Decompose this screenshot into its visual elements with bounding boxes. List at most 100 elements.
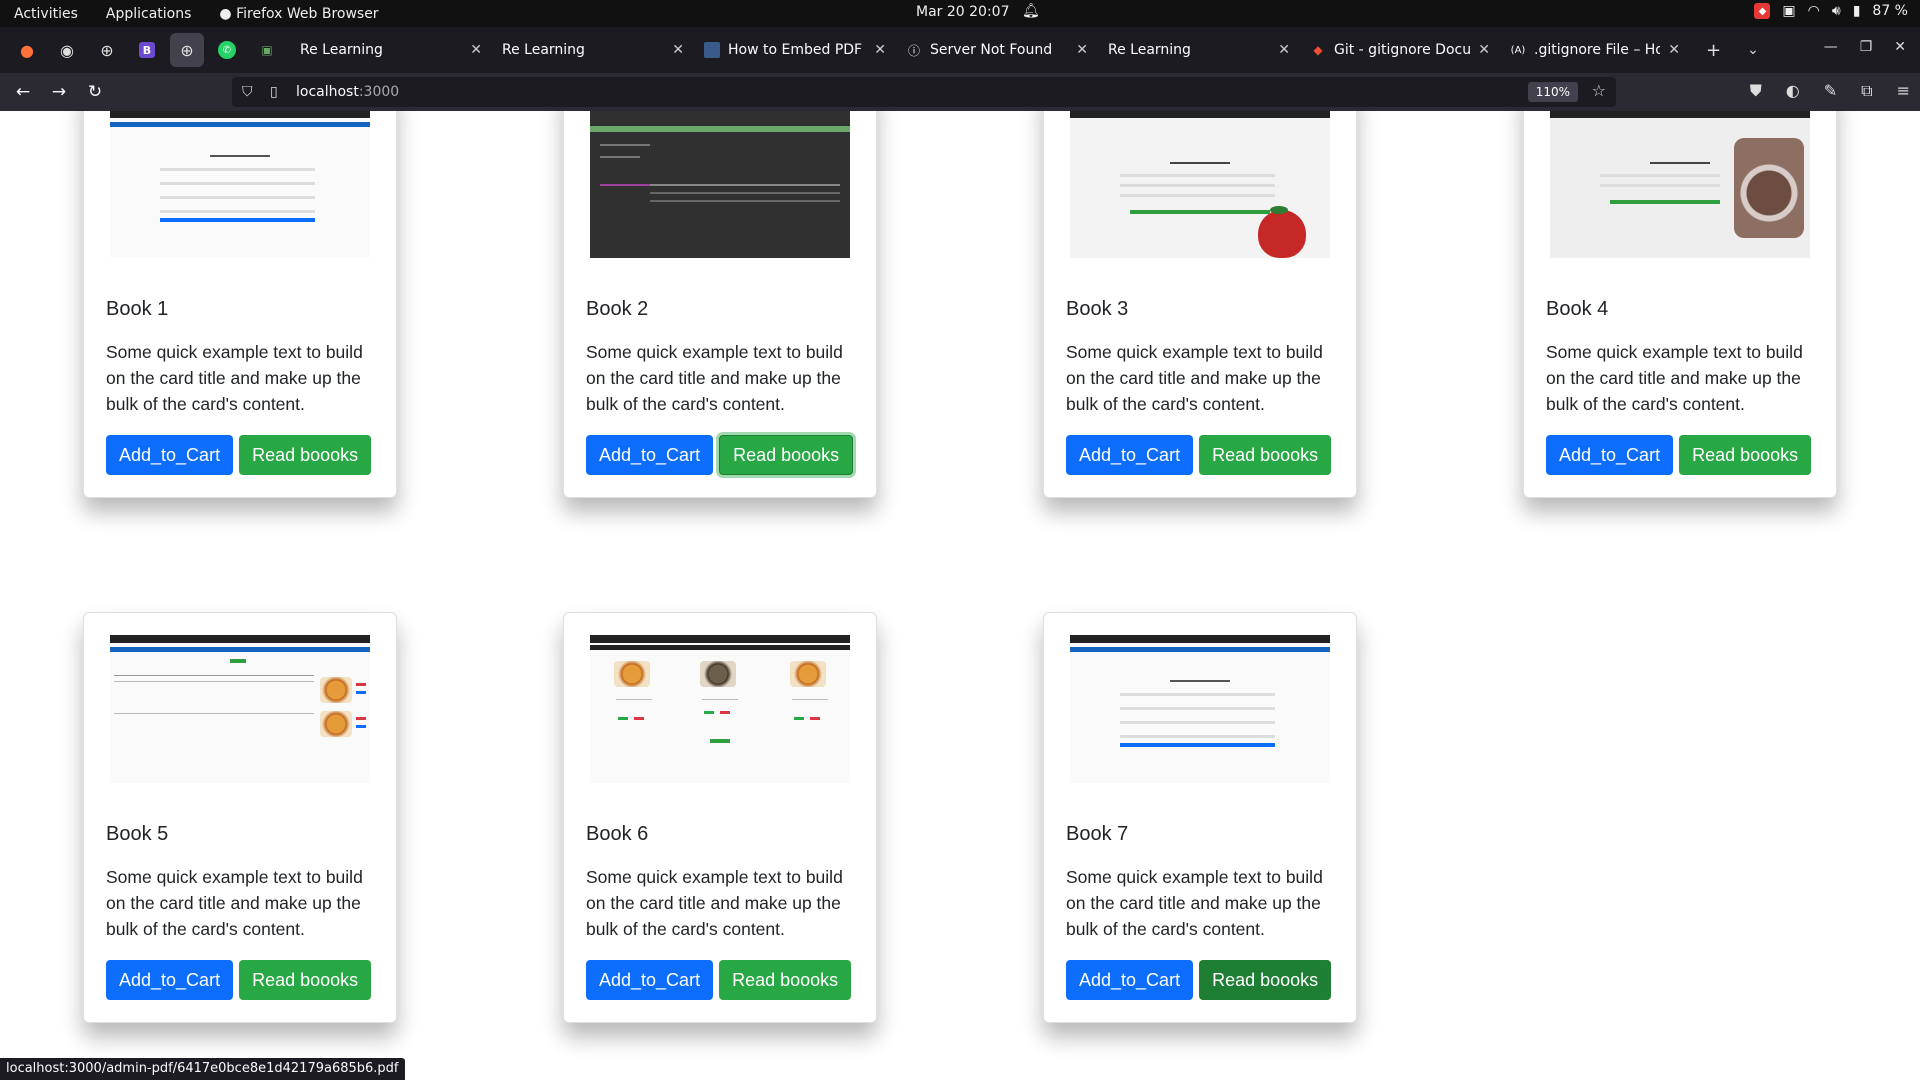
url-bar[interactable]: ⛉ ▯ localhost:3000 110% ☆ (232, 77, 1616, 107)
account-icon[interactable]: ◐ (1786, 81, 1800, 101)
tab-embed-pdf[interactable]: How to Embed PDF in ✕ (694, 33, 896, 67)
card-title: Book 3 (1066, 298, 1129, 320)
close-tab-icon[interactable]: ✕ (1668, 42, 1680, 58)
bootstrap-icon: B (139, 42, 155, 58)
close-tab-icon[interactable]: ✕ (1278, 42, 1290, 58)
card-text: Some quick example text to build on the … (1066, 867, 1323, 939)
card-text: Some quick example text to build on the … (106, 867, 363, 939)
site-icon (704, 42, 720, 58)
system-tray[interactable]: ◆ ▣ ◠ 🔊︎ ▮ 87 % (1754, 3, 1908, 19)
anydesk-icon: ◆ (1754, 3, 1771, 19)
battery-level: 87 % (1872, 3, 1908, 19)
list-all-tabs-button[interactable]: ⌄ (1747, 42, 1759, 58)
notification-bell-icon: 🔔︎ (1022, 3, 1040, 19)
reload-button[interactable]: ↻ (77, 82, 113, 102)
applications-menu[interactable]: Applications (92, 6, 206, 22)
globe-icon: ⊕ (180, 40, 194, 60)
card-text: Some quick example text to build on the … (586, 867, 843, 939)
close-window-icon[interactable]: ✕ (1894, 39, 1906, 55)
pocket-icon[interactable]: ⛊ (1750, 81, 1762, 101)
restore-icon[interactable]: ❐ (1860, 39, 1873, 55)
pinned-tab-github[interactable]: ◉ (50, 33, 84, 67)
read-books-button[interactable]: Read boooks (1199, 960, 1332, 1000)
screen-share-icon: ▣ (1782, 3, 1796, 19)
bookmark-star-icon[interactable]: ☆ (1592, 81, 1606, 100)
url-text[interactable]: localhost:3000 (296, 84, 399, 100)
book-thumbnail-6 (590, 635, 850, 783)
pinned-tab-app[interactable]: ▣ (250, 33, 284, 67)
book-thumbnail-5 (110, 635, 370, 783)
book-card-5: Book 5 Some quick example text to build … (83, 612, 397, 1023)
page-info-icon[interactable]: ▯ (270, 84, 286, 100)
navigation-toolbar: ← → ↻ ⛉ ▯ localhost:3000 110% ☆ ⛊ ◐ ✎ ⧉ … (0, 73, 1920, 111)
add-to-cart-button[interactable]: Add_to_Cart (1066, 960, 1194, 1000)
read-books-button[interactable]: Read boooks (719, 960, 852, 1000)
add-to-cart-button[interactable]: Add_to_Cart (1066, 435, 1194, 475)
volume-icon: 🔊︎ (1831, 3, 1841, 19)
tab-re-learning-1[interactable]: Re Learning ✕ (290, 33, 492, 67)
tab-re-learning-3[interactable]: Re Learning ✕ (1098, 33, 1300, 67)
card-text: Some quick example text to build on the … (1546, 342, 1803, 414)
system-top-bar: Activities Applications ● Firefox Web Br… (0, 0, 1920, 27)
add-to-cart-button[interactable]: Add_to_Cart (106, 960, 234, 1000)
minimize-icon[interactable]: — (1824, 39, 1838, 55)
tab-server-not-found[interactable]: ⓘ Server Not Found ✕ (896, 33, 1098, 67)
book-card-2: Book 2 Some quick example text to build … (563, 111, 877, 498)
new-tab-button[interactable]: + (1706, 40, 1721, 61)
close-tab-icon[interactable]: ✕ (1076, 42, 1088, 58)
system-clock[interactable]: Mar 20 20:07 (916, 4, 1009, 20)
card-title: Book 7 (1066, 823, 1129, 845)
book-thumbnail-2 (590, 111, 850, 258)
hamburger-menu-icon[interactable]: ≡ (1897, 81, 1910, 101)
zoom-level-button[interactable]: 110% (1527, 82, 1578, 102)
pinned-tabs: ● ◉ ⊕ B ⊕ ✆ ▣ (0, 33, 284, 67)
book-thumbnail-1 (110, 111, 370, 258)
pinned-tab-bootstrap[interactable]: B (130, 33, 164, 67)
card-title: Book 2 (586, 298, 649, 320)
read-books-button[interactable]: Read boooks (1679, 435, 1812, 475)
firefox-icon: ● (20, 40, 34, 60)
pinned-tab-globe[interactable]: ⊕ (90, 33, 124, 67)
tab-list: Re Learning ✕ Re Learning ✕ How to Embed… (290, 33, 1690, 67)
read-books-button[interactable]: Read boooks (1199, 435, 1332, 475)
add-to-cart-button[interactable]: Add_to_Cart (586, 435, 714, 475)
add-to-cart-button[interactable]: Add_to_Cart (106, 435, 234, 475)
forward-button[interactable]: → (41, 82, 77, 102)
book-card-6: Book 6 Some quick example text to build … (563, 612, 877, 1023)
back-button[interactable]: ← (5, 82, 41, 102)
extensions-puzzle-icon[interactable]: ⧉ (1861, 81, 1872, 101)
book-card-7: Book 7 Some quick example text to build … (1043, 612, 1357, 1023)
pinned-tab-whatsapp[interactable]: ✆ (210, 33, 244, 67)
globe-icon: ⊕ (100, 40, 114, 60)
wifi-icon: ◠ (1807, 3, 1820, 19)
info-icon: ⓘ (907, 43, 920, 58)
add-to-cart-button[interactable]: Add_to_Cart (586, 960, 714, 1000)
pinned-tab-active-globe[interactable]: ⊕ (170, 33, 204, 67)
firefox-app-menu[interactable]: ● Firefox Web Browser (205, 6, 392, 22)
close-tab-icon[interactable]: ✕ (672, 42, 684, 58)
book-thumbnail-4 (1550, 111, 1810, 258)
extension-icon[interactable]: ✎ (1824, 81, 1837, 101)
tab-re-learning-2[interactable]: Re Learning ✕ (492, 33, 694, 67)
pinned-tab-firefox[interactable]: ● (10, 33, 44, 67)
add-to-cart-button[interactable]: Add_to_Cart (1546, 435, 1674, 475)
window-controls: — ❐ ✕ (1824, 39, 1906, 55)
firefox-icon: ● (219, 5, 232, 22)
git-icon: ◆ (1313, 43, 1323, 57)
read-books-button[interactable]: Read boooks (239, 435, 372, 475)
github-icon: ◉ (60, 40, 74, 60)
read-books-button[interactable]: Read boooks (239, 960, 372, 1000)
book-card-3: Book 3 Some quick example text to build … (1043, 111, 1357, 498)
tab-git-gitignore[interactable]: ◆ Git - gitignore Docum ✕ (1300, 33, 1500, 67)
activities-button[interactable]: Activities (0, 6, 92, 22)
tracking-protection-shield-icon[interactable]: ⛉ (242, 84, 260, 100)
tab-gitignore-file[interactable]: (A) .gitignore File – How ✕ (1500, 33, 1690, 67)
read-books-button[interactable]: Read boooks (719, 435, 854, 475)
card-text: Some quick example text to build on the … (1066, 342, 1323, 414)
close-tab-icon[interactable]: ✕ (874, 42, 886, 58)
site-icon: (A) (1510, 44, 1526, 56)
battery-icon: ▮ (1852, 3, 1861, 19)
close-tab-icon[interactable]: ✕ (1478, 42, 1490, 58)
close-tab-icon[interactable]: ✕ (470, 42, 482, 58)
book-thumbnail-7 (1070, 635, 1330, 783)
